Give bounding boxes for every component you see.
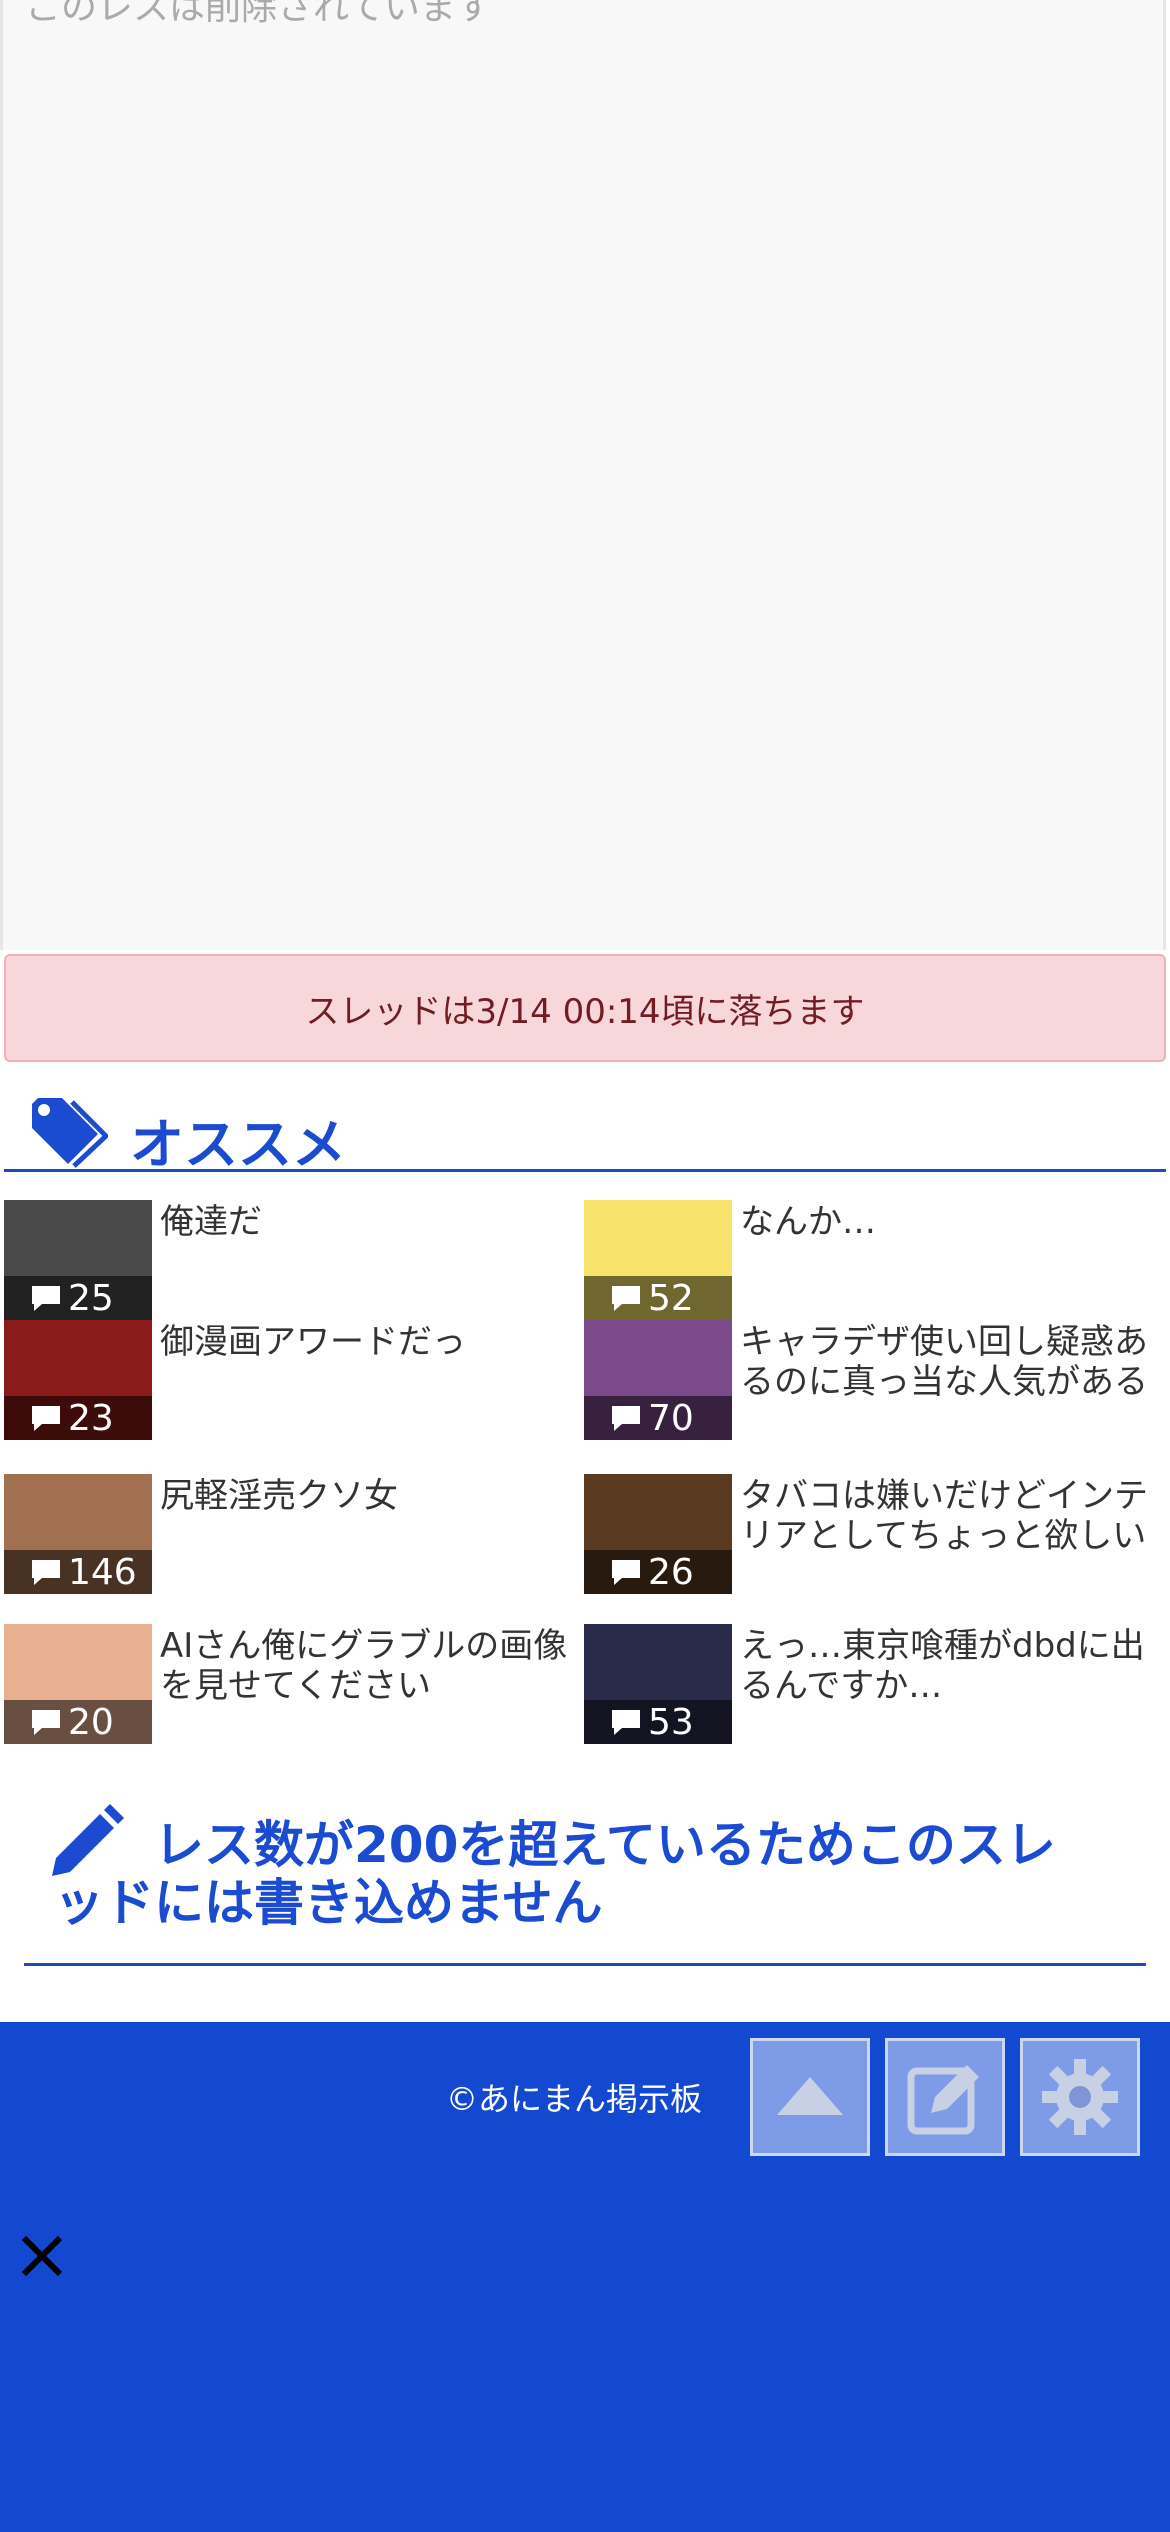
- write-button[interactable]: [885, 2038, 1005, 2156]
- comment-icon: [32, 1710, 60, 1735]
- thread-thumbnail[interactable]: 25: [4, 1200, 152, 1320]
- thread-thumbnail[interactable]: 20: [4, 1624, 152, 1744]
- tag-icon: [32, 1098, 108, 1168]
- edit-icon: [907, 2065, 979, 2135]
- thread-thumbnail[interactable]: 23: [4, 1320, 152, 1440]
- copyright: ©あにまん掲示板: [446, 2080, 703, 2118]
- reply-count-badge: 20: [4, 1700, 152, 1744]
- thread-title-link[interactable]: タバコは嫌いだけどインテリアとしてちょっと欲しい: [740, 1476, 1150, 1556]
- reply-count: 26: [648, 1551, 694, 1593]
- recommend-header: オススメ: [4, 1090, 1166, 1176]
- reply-count-badge: 25: [4, 1276, 152, 1320]
- reply-count-badge: 26: [584, 1550, 732, 1594]
- thread-title-link[interactable]: えっ…東京喰種がdbdに出るんですか…: [740, 1626, 1150, 1706]
- thread-expiry-notice: スレッドは3/14 00:14頃に落ちます: [4, 954, 1166, 1062]
- thread-thumbnail[interactable]: 70: [584, 1320, 732, 1440]
- deleted-post-area: このレスは削除されています: [0, 0, 1166, 950]
- reply-count: 20: [68, 1701, 114, 1743]
- footer: ©あにまん掲示板: [0, 2022, 1170, 2532]
- comment-icon: [32, 1560, 60, 1585]
- reply-count-badge: 23: [4, 1396, 152, 1440]
- comment-icon: [612, 1286, 640, 1311]
- thread-title-link[interactable]: キャラデザ使い回し疑惑あるのに真っ当な人気がある: [740, 1322, 1150, 1402]
- comment-icon: [32, 1406, 60, 1431]
- thread-thumbnail[interactable]: 26: [584, 1474, 732, 1594]
- settings-button[interactable]: [1020, 2038, 1140, 2156]
- comment-icon: [612, 1710, 640, 1735]
- thread-thumbnail[interactable]: 52: [584, 1200, 732, 1320]
- thread-thumbnail[interactable]: 53: [584, 1624, 732, 1744]
- scroll-top-button[interactable]: [750, 2038, 870, 2156]
- reply-count-badge: 53: [584, 1700, 732, 1744]
- thread-title-link[interactable]: 俺達だ: [160, 1202, 570, 1242]
- gear-icon: [1042, 2059, 1118, 2135]
- reply-count: 70: [648, 1397, 694, 1439]
- thread-expiry-text: スレッドは3/14 00:14頃に落ちます: [305, 991, 865, 1032]
- thread-title-link[interactable]: AIさん俺にグラブルの画像を見せてください: [160, 1626, 570, 1706]
- thread-thumbnail[interactable]: 146: [4, 1474, 152, 1594]
- reply-count: 146: [68, 1551, 137, 1593]
- reply-count-badge: 146: [4, 1550, 152, 1594]
- reply-count-badge: 52: [584, 1276, 732, 1320]
- reply-count: 52: [648, 1277, 694, 1319]
- comment-icon: [32, 1286, 60, 1311]
- write-closed-text: レス数が200を超えているためこのスレッドには書き込めません: [54, 1816, 1056, 1932]
- deleted-post-text: このレスは削除されています: [25, 0, 492, 28]
- recommend-title: オススメ: [130, 1113, 346, 1176]
- close-icon[interactable]: [18, 2232, 66, 2280]
- comment-icon: [612, 1560, 640, 1585]
- write-closed-notice: レス数が200を超えているためこのスレッドには書き込めません: [24, 1800, 1146, 1966]
- reply-count: 25: [68, 1277, 114, 1319]
- thread-title-link[interactable]: 御漫画アワードだっ: [160, 1322, 570, 1362]
- thread-title-link[interactable]: 尻軽淫売クソ女: [160, 1476, 570, 1516]
- thread-title-link[interactable]: なんか…: [740, 1202, 1150, 1242]
- reply-count: 53: [648, 1701, 694, 1743]
- comment-icon: [612, 1406, 640, 1431]
- reply-count: 23: [68, 1397, 114, 1439]
- reply-count-badge: 70: [584, 1396, 732, 1440]
- arrow-up-icon: [777, 2077, 843, 2115]
